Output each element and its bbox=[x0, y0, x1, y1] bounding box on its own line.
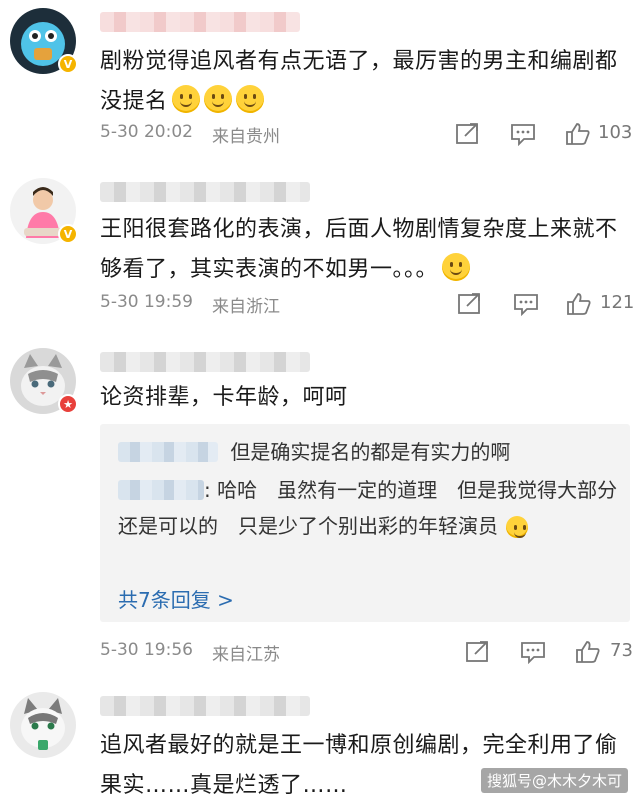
like-count: 121 bbox=[600, 292, 635, 313]
timestamp: 5-30 20:02 bbox=[100, 122, 193, 142]
star-badge-icon: ★ bbox=[58, 394, 78, 414]
smile-emoji-icon bbox=[203, 85, 232, 113]
location: 来自浙江 bbox=[212, 297, 280, 317]
thinking-emoji-icon bbox=[442, 253, 471, 281]
timestamp: 5-30 19:56 bbox=[100, 640, 193, 660]
username[interactable] bbox=[100, 12, 300, 32]
like-icon[interactable] bbox=[575, 640, 601, 664]
comment-meta: 5-30 19:56 来自江苏 73 bbox=[100, 640, 635, 666]
smile-emoji-icon bbox=[235, 85, 264, 113]
watermark: 搜狐号@木木夕木可 bbox=[480, 768, 628, 793]
location: 来自贵州 bbox=[212, 127, 280, 147]
share-icon[interactable] bbox=[455, 122, 481, 146]
reply-username[interactable] bbox=[118, 480, 204, 500]
timestamp: 5-30 19:59 bbox=[100, 292, 193, 312]
like-icon[interactable] bbox=[566, 292, 592, 316]
like-count: 103 bbox=[598, 122, 633, 143]
verified-badge-icon: V bbox=[58, 224, 78, 244]
comment-icon[interactable] bbox=[520, 640, 546, 664]
comment-meta: 5-30 19:59 来自浙江 121 bbox=[100, 292, 635, 318]
reply-item: 但是确实提名的都是有实力的啊 bbox=[118, 434, 618, 470]
location: 来自江苏 bbox=[212, 645, 280, 665]
reply-item: : 哈哈 虽然有一定的道理 但是我觉得大部分还是可以的 只是少了个别出彩的年轻演… bbox=[118, 478, 618, 538]
username[interactable] bbox=[100, 182, 310, 202]
comment-meta: 5-30 20:02 来自贵州 103 bbox=[100, 122, 635, 148]
more-replies-link[interactable]: 共7条回复 > bbox=[118, 584, 234, 613]
reply-username[interactable] bbox=[118, 442, 218, 462]
like-icon[interactable] bbox=[565, 122, 591, 146]
username[interactable] bbox=[100, 696, 310, 716]
comment-text: 王阳很套路化的表演，后面人物剧情复杂度上来就不够看了，其实表演的不如男一。。。 bbox=[100, 217, 618, 282]
smile-emoji-icon bbox=[171, 85, 200, 113]
laugh-cry-emoji-icon bbox=[506, 516, 528, 538]
share-icon[interactable] bbox=[457, 292, 483, 316]
verified-badge-icon: V bbox=[58, 54, 78, 74]
reply-box: 但是确实提名的都是有实力的啊 : 哈哈 虽然有一定的道理 但是我觉得大部分还是可… bbox=[100, 424, 630, 622]
comment-text: 论资排辈，卡年龄，呵呵 bbox=[100, 385, 348, 410]
cat-avatar-icon[interactable] bbox=[10, 692, 76, 758]
username[interactable] bbox=[100, 352, 310, 372]
comment-icon[interactable] bbox=[513, 292, 539, 316]
comment-icon[interactable] bbox=[510, 122, 536, 146]
like-count: 73 bbox=[610, 640, 633, 661]
comment-text: 剧粉觉得追风者有点无语了，最厉害的男主和编剧都没提名 bbox=[100, 49, 618, 114]
share-icon[interactable] bbox=[465, 640, 491, 664]
